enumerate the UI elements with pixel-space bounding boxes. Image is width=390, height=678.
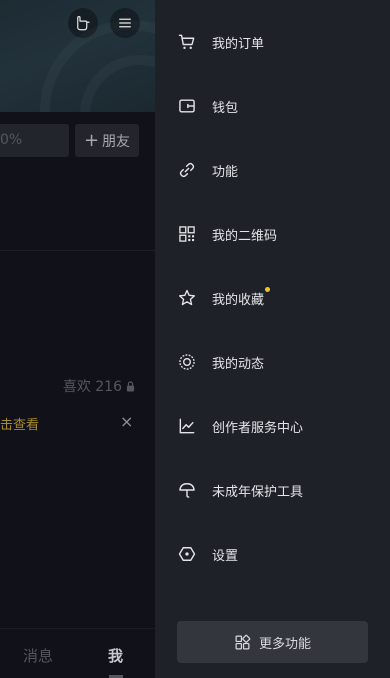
menu-item-wallet[interactable]: 钱包 (155, 86, 390, 126)
side-drawer: 我的订单 钱包 功能 我的二维码 我的收藏 我的动态 创作者服务中心 未成年保护… (155, 0, 390, 678)
likes-count[interactable]: 喜欢 216 (63, 376, 135, 396)
menu-item-qrcode[interactable]: 我的二维码 (155, 214, 390, 254)
menu-label-qrcode: 我的二维码 (212, 228, 278, 244)
hand-pointer-icon (77, 16, 90, 31)
hamburger-menu-button[interactable] (110, 8, 140, 38)
notice-link[interactable]: 击查看 (0, 414, 40, 433)
link-icon (177, 160, 197, 180)
settings-icon (177, 544, 197, 564)
edit-profile-button[interactable]: 0% (0, 124, 69, 157)
menu-label-creator-center: 创作者服务中心 (212, 420, 304, 436)
menu-item-orders[interactable]: 我的订单 (155, 22, 390, 62)
likes-text: 喜欢 216 (62, 379, 122, 395)
divider (0, 250, 155, 251)
menu-item-features[interactable]: 功能 (155, 150, 390, 190)
more-features-button[interactable]: 更多功能 (177, 621, 368, 663)
tab-me[interactable]: 我 (108, 645, 123, 666)
menu-item-settings[interactable]: 设置 (155, 534, 390, 574)
notice-text: 击查看 (0, 418, 40, 433)
lock-icon (126, 380, 135, 391)
qrcode-icon (177, 224, 197, 244)
menu-label-orders: 我的订单 (212, 36, 265, 52)
profile-page-dimmed: 0% + 朋友 喜欢 216 击查看 × 消息 我 (0, 0, 155, 678)
menu-item-favorites[interactable]: 我的收藏 (155, 278, 390, 318)
hand-pointer-button[interactable] (68, 8, 98, 38)
bottom-tab-bar: 消息 我 (0, 628, 155, 678)
plus-icon: + (83, 129, 100, 151)
chart-icon (177, 416, 197, 436)
menu-label-activity: 我的动态 (212, 356, 265, 372)
add-friend-button[interactable]: + 朋友 (75, 124, 139, 157)
profile-banner (0, 0, 155, 112)
edit-profile-fragment: 0% (0, 132, 23, 148)
wallet-icon (177, 96, 197, 116)
close-icon[interactable]: × (120, 412, 133, 431)
menu-label-features: 功能 (212, 164, 239, 180)
star-icon (177, 288, 197, 308)
notification-dot (265, 286, 271, 292)
menu-label-minor-protection: 未成年保护工具 (212, 484, 304, 500)
favorites-text: 我的收藏 (212, 292, 265, 308)
tab-messages[interactable]: 消息 (23, 645, 53, 666)
menu-item-minor-protection[interactable]: 未成年保护工具 (155, 470, 390, 510)
menu-label-settings: 设置 (212, 548, 239, 564)
add-friend-label: 朋友 (102, 133, 131, 150)
menu-item-creator-center[interactable]: 创作者服务中心 (155, 406, 390, 446)
grid-icon (235, 634, 251, 649)
menu-label-favorites: 我的收藏 (212, 286, 271, 308)
umbrella-icon (177, 480, 197, 500)
menu-item-activity[interactable]: 我的动态 (155, 342, 390, 382)
hamburger-icon (119, 18, 131, 28)
activity-icon (177, 352, 197, 372)
cart-icon (177, 32, 197, 52)
menu-label-wallet: 钱包 (212, 100, 239, 116)
more-features-label: 更多功能 (258, 636, 311, 652)
